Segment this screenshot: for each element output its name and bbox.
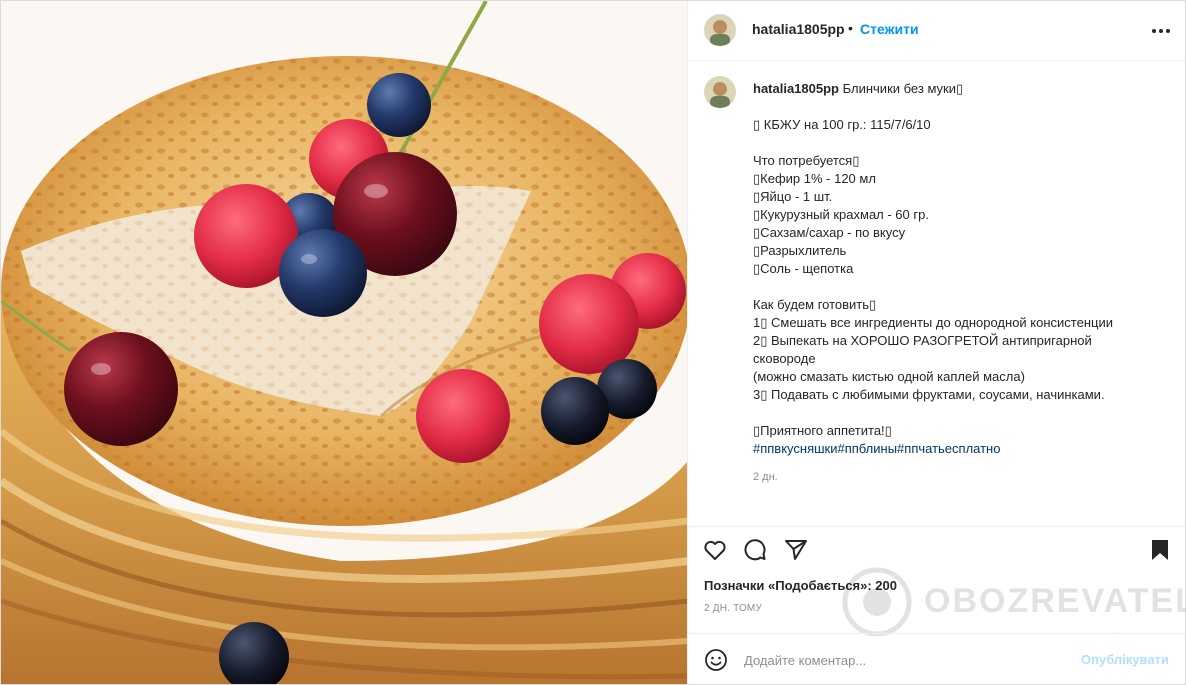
bookmark-icon[interactable] <box>1147 537 1173 563</box>
action-bar <box>688 526 1185 570</box>
more-dot <box>1166 29 1170 33</box>
caption-line: 1▯ Смешать все ингредиенты до однородной… <box>753 315 1113 330</box>
caption-title: Блинчики без муки <box>842 81 956 96</box>
publish-button[interactable]: Опублікувати <box>1081 652 1169 667</box>
caption-line <box>753 98 1173 116</box>
more-options-icon[interactable] <box>1148 15 1174 45</box>
caption-line: ▯ КБЖУ на 100 гр.: 115/7/6/10 <box>753 117 931 132</box>
caption-line: 3▯ Подавать с любимыми фруктами, соусами… <box>753 387 1105 402</box>
avatar-image <box>704 76 736 108</box>
comment-box: Опублікувати <box>688 633 1185 684</box>
watermark-emblem-icon <box>842 567 912 637</box>
bookmark-icon-glyph <box>1152 540 1168 560</box>
caption-line <box>753 404 1173 422</box>
smiley-icon-glyph <box>705 649 727 671</box>
caption-line: сковороде <box>753 351 816 366</box>
avatar-image <box>704 14 736 46</box>
caption-line: ▯Сахзам/сахар - по вкусу <box>753 225 906 240</box>
heart-icon-glyph <box>704 540 726 560</box>
post-caption: hatalia1805pp Блинчики без муки▯ ▯ КБЖУ … <box>688 61 1185 526</box>
watermark-text: OBOZREVATEL <box>924 582 1186 620</box>
caption-line <box>753 278 1173 296</box>
hashtags-line: #ппвкусняшки#ппблины#ппчатьесплатно <box>753 440 1173 458</box>
post-side-panel: hatalia1805pp • Стежити hatalia1805pp Бл… <box>688 1 1186 684</box>
caption-title-line: hatalia1805pp Блинчики без муки▯ <box>753 80 1173 98</box>
post-author-username[interactable]: hatalia1805pp <box>752 21 845 37</box>
caption-line: ▯Разрыхлитель <box>753 243 847 258</box>
caption-line <box>753 134 1173 152</box>
separator-dot: • <box>848 20 853 36</box>
caption-line: 2▯ Выпекать на ХОРОШО РАЗОГРЕТОЙ антипри… <box>753 333 1092 348</box>
hashtag-link[interactable]: #ппблины <box>838 441 898 456</box>
caption-line: ▯Кефир 1% - 120 мл <box>753 171 876 186</box>
caption-line: Что потребуется▯ <box>753 153 860 168</box>
caption-line: Как будем готовить▯ <box>753 297 877 312</box>
pancakes-with-berries-photo <box>1 1 687 684</box>
avatar[interactable] <box>704 14 736 46</box>
comment-icon[interactable] <box>742 537 768 563</box>
send-icon[interactable] <box>783 537 809 563</box>
watermark-logo: OBOZREVATEL <box>840 566 1186 637</box>
comment-icon-glyph <box>744 539 766 561</box>
comment-input[interactable] <box>744 648 1064 672</box>
more-dot <box>1159 29 1163 33</box>
posted-time[interactable]: 2 ДН. ТОМУ <box>704 603 762 614</box>
follow-button[interactable]: Стежити <box>860 21 919 37</box>
caption-line: ▯Кукурузный крахмал - 60 гр. <box>753 207 929 222</box>
send-icon-glyph <box>785 540 807 560</box>
instagram-post: hatalia1805pp • Стежити hatalia1805pp Бл… <box>0 0 1186 685</box>
caption-line: (можно смазать кистью одной каплей масла… <box>753 369 1025 384</box>
caption-line: ▯Приятного аппетита!▯ <box>753 423 892 438</box>
hashtag-link[interactable]: #ппвкусняшки <box>753 441 838 456</box>
likes-count[interactable]: Позначки «Подобається»: 200 <box>704 578 897 593</box>
avatar[interactable] <box>704 76 736 108</box>
caption-username[interactable]: hatalia1805pp <box>753 81 839 96</box>
caption-timestamp[interactable]: 2 дн. <box>753 471 778 483</box>
hashtag-link[interactable]: #ппчатьесплатно <box>897 441 1000 456</box>
post-photo[interactable] <box>1 1 688 684</box>
smiley-icon[interactable] <box>704 648 728 672</box>
heart-icon[interactable] <box>702 537 728 563</box>
more-dot <box>1152 29 1156 33</box>
caption-title-emoji: ▯ <box>955 81 964 96</box>
caption-line: ▯Яйцо - 1 шт. <box>753 189 833 204</box>
caption-text: hatalia1805pp Блинчики без муки▯ ▯ КБЖУ … <box>753 80 1173 458</box>
caption-line: ▯Соль - щепотка <box>753 261 854 276</box>
post-header: hatalia1805pp • Стежити <box>688 1 1185 61</box>
